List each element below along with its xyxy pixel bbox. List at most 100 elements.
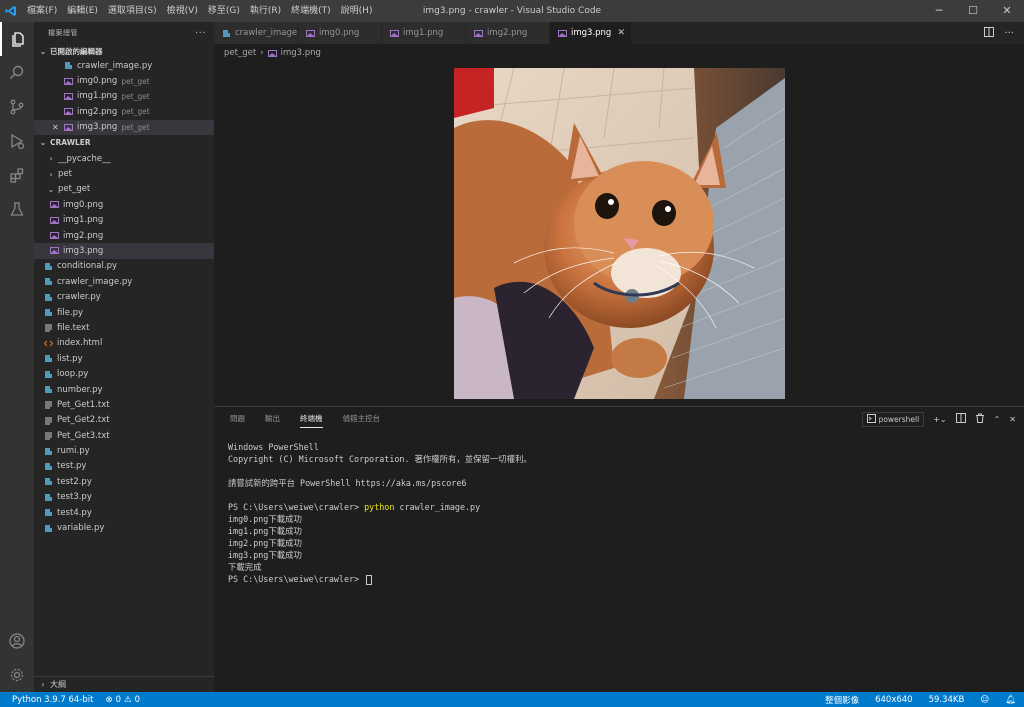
menu-file[interactable]: 檔案(F)	[22, 0, 62, 22]
file-item[interactable]: img2.png	[34, 228, 214, 243]
manage-gear-icon[interactable]	[0, 658, 34, 692]
menu-view[interactable]: 檢視(V)	[162, 0, 203, 22]
extensions-icon[interactable]	[0, 158, 34, 192]
tree-item-label: img2.png	[63, 230, 104, 241]
menu-run[interactable]: 執行(R)	[245, 0, 286, 22]
file-item[interactable]: img0.png	[34, 197, 214, 212]
file-item[interactable]: Pet_Get3.txt	[34, 428, 214, 443]
feedback-icon[interactable]: ☺	[980, 695, 989, 705]
explorer-icon[interactable]	[0, 22, 34, 56]
image-dimensions: 640x640	[875, 694, 913, 705]
tab-img2-png[interactable]: img2.png	[466, 22, 550, 44]
image-preview	[454, 68, 785, 399]
tab-label: img0.png	[319, 28, 360, 38]
folder-item[interactable]: › pet	[34, 166, 214, 181]
tab-crawler-image-py[interactable]: crawler_image.py	[214, 22, 310, 44]
tab-problems[interactable]: 問題	[224, 407, 251, 431]
terminal-command-args: crawler_image.py	[394, 502, 481, 512]
menu-selection[interactable]: 選取項目(S)	[103, 0, 162, 22]
file-item[interactable]: test2.py	[34, 474, 214, 489]
python-interpreter[interactable]: Python 3.9.7 64-bit	[12, 695, 93, 705]
terminal-line: Copyright (C) Microsoft Corporation. 著作權…	[228, 454, 532, 464]
menu-go[interactable]: 移至(G)	[203, 0, 245, 22]
search-icon[interactable]	[0, 56, 34, 90]
open-editor-item[interactable]: ✕ img3.png pet_get	[34, 119, 214, 135]
python-file-icon	[44, 508, 53, 517]
zoom-mode[interactable]: 整個影像	[825, 694, 859, 706]
tab-img1-png[interactable]: img1.png	[382, 22, 466, 44]
source-control-icon[interactable]	[0, 90, 34, 124]
panel-actions: powershell +⌄ ⌃ ✕	[861, 407, 1016, 431]
file-item[interactable]: number.py	[34, 382, 214, 397]
new-terminal-icon[interactable]: +⌄	[933, 415, 946, 424]
menu-edit[interactable]: 編輯(E)	[62, 0, 103, 22]
open-editor-item[interactable]: img1.png pet_get	[34, 89, 214, 104]
terminal-line: 請嘗試新的跨平台 PowerShell https://aka.ms/pscor…	[228, 478, 467, 488]
outline-section[interactable]: › 大綱	[34, 676, 214, 692]
open-editors-section[interactable]: ⌄ 已開啟的編輯器	[34, 44, 214, 58]
problems-indicator[interactable]: ⊗ 0 ⚠ 0	[105, 695, 140, 705]
tab-output[interactable]: 輸出	[259, 407, 286, 431]
close-editor-icon[interactable]: ✕	[52, 123, 59, 132]
file-item[interactable]: conditional.py	[34, 259, 214, 274]
file-item[interactable]: crawler.py	[34, 289, 214, 304]
more-actions-icon[interactable]: ···	[1004, 28, 1014, 39]
more-actions-icon[interactable]: ···	[195, 28, 206, 39]
notifications-bell-icon[interactable]: 🔔︎	[1005, 695, 1016, 705]
open-editor-item[interactable]: crawler_image.py	[34, 58, 214, 73]
folder-item[interactable]: › __pycache__	[34, 151, 214, 166]
activity-bar	[0, 22, 34, 692]
tab-img3-png[interactable]: img3.png ✕	[550, 22, 632, 44]
open-editor-folder: pet_get	[121, 76, 150, 86]
tree-item-label: crawler_image.py	[57, 276, 133, 287]
file-item[interactable]: test4.py	[34, 505, 214, 520]
testing-icon[interactable]	[0, 192, 34, 226]
file-item[interactable]: Pet_Get1.txt	[34, 397, 214, 412]
folder-item[interactable]: ⌄ pet_get	[34, 182, 214, 197]
tab-img0-png[interactable]: img0.png	[298, 22, 382, 44]
breadcrumb-folder[interactable]: pet_get	[224, 48, 256, 58]
split-terminal-icon[interactable]	[955, 413, 966, 425]
terminal-output[interactable]: Windows PowerShell Copyright (C) Microso…	[228, 441, 532, 585]
account-icon[interactable]	[0, 624, 34, 658]
file-item[interactable]: crawler_image.py	[34, 274, 214, 289]
file-item[interactable]: img3.png	[34, 243, 214, 259]
chevron-up-icon[interactable]: ⌃	[994, 415, 1001, 424]
file-item[interactable]: list.py	[34, 351, 214, 366]
trash-icon[interactable]	[975, 413, 985, 425]
tab-debug-console[interactable]: 偵錯主控台	[337, 407, 387, 431]
menu-terminal[interactable]: 終端機(T)	[286, 0, 336, 22]
file-item[interactable]: Pet_Get2.txt	[34, 413, 214, 428]
tree-item-label: test.py	[57, 461, 87, 472]
file-item[interactable]: rumi.py	[34, 443, 214, 458]
run-debug-icon[interactable]	[0, 124, 34, 158]
tab-terminal[interactable]: 終端機	[294, 407, 329, 431]
file-item[interactable]: img1.png	[34, 213, 214, 228]
file-item[interactable]: file.py	[34, 305, 214, 320]
file-item[interactable]: test3.py	[34, 490, 214, 505]
chevron-down-icon: ⌄	[39, 46, 47, 56]
close-panel-icon[interactable]: ✕	[1009, 415, 1016, 424]
minimize-button[interactable]: ─	[922, 0, 956, 22]
terminal-select[interactable]: powershell	[861, 411, 925, 427]
tab-close-icon[interactable]: ✕	[617, 28, 625, 38]
terminal-shell-name: powershell	[878, 414, 920, 424]
terminal-line: img3.png下載成功	[228, 550, 302, 560]
open-editor-item[interactable]: img0.png pet_get	[34, 73, 214, 88]
folder-section[interactable]: ⌄ CRAWLER	[34, 135, 214, 151]
tree-item-label: loop.py	[57, 369, 89, 380]
split-editor-icon[interactable]	[984, 26, 995, 40]
python-file-icon	[44, 524, 53, 533]
file-item[interactable]: variable.py	[34, 520, 214, 535]
file-item[interactable]: file.text	[34, 320, 214, 335]
open-editor-item[interactable]: img2.png pet_get	[34, 104, 214, 119]
menu-help[interactable]: 說明(H)	[336, 0, 378, 22]
close-window-button[interactable]: ✕	[990, 0, 1024, 22]
open-editor-label: img2.png	[77, 106, 118, 117]
file-item[interactable]: index.html	[34, 336, 214, 351]
breadcrumb-file[interactable]: img3.png	[281, 48, 321, 58]
editor-tabs: crawler_image.py img0.png img1.png img2.…	[214, 22, 1024, 44]
file-item[interactable]: test.py	[34, 459, 214, 474]
file-item[interactable]: loop.py	[34, 366, 214, 381]
maximize-button[interactable]: ☐	[956, 0, 990, 22]
